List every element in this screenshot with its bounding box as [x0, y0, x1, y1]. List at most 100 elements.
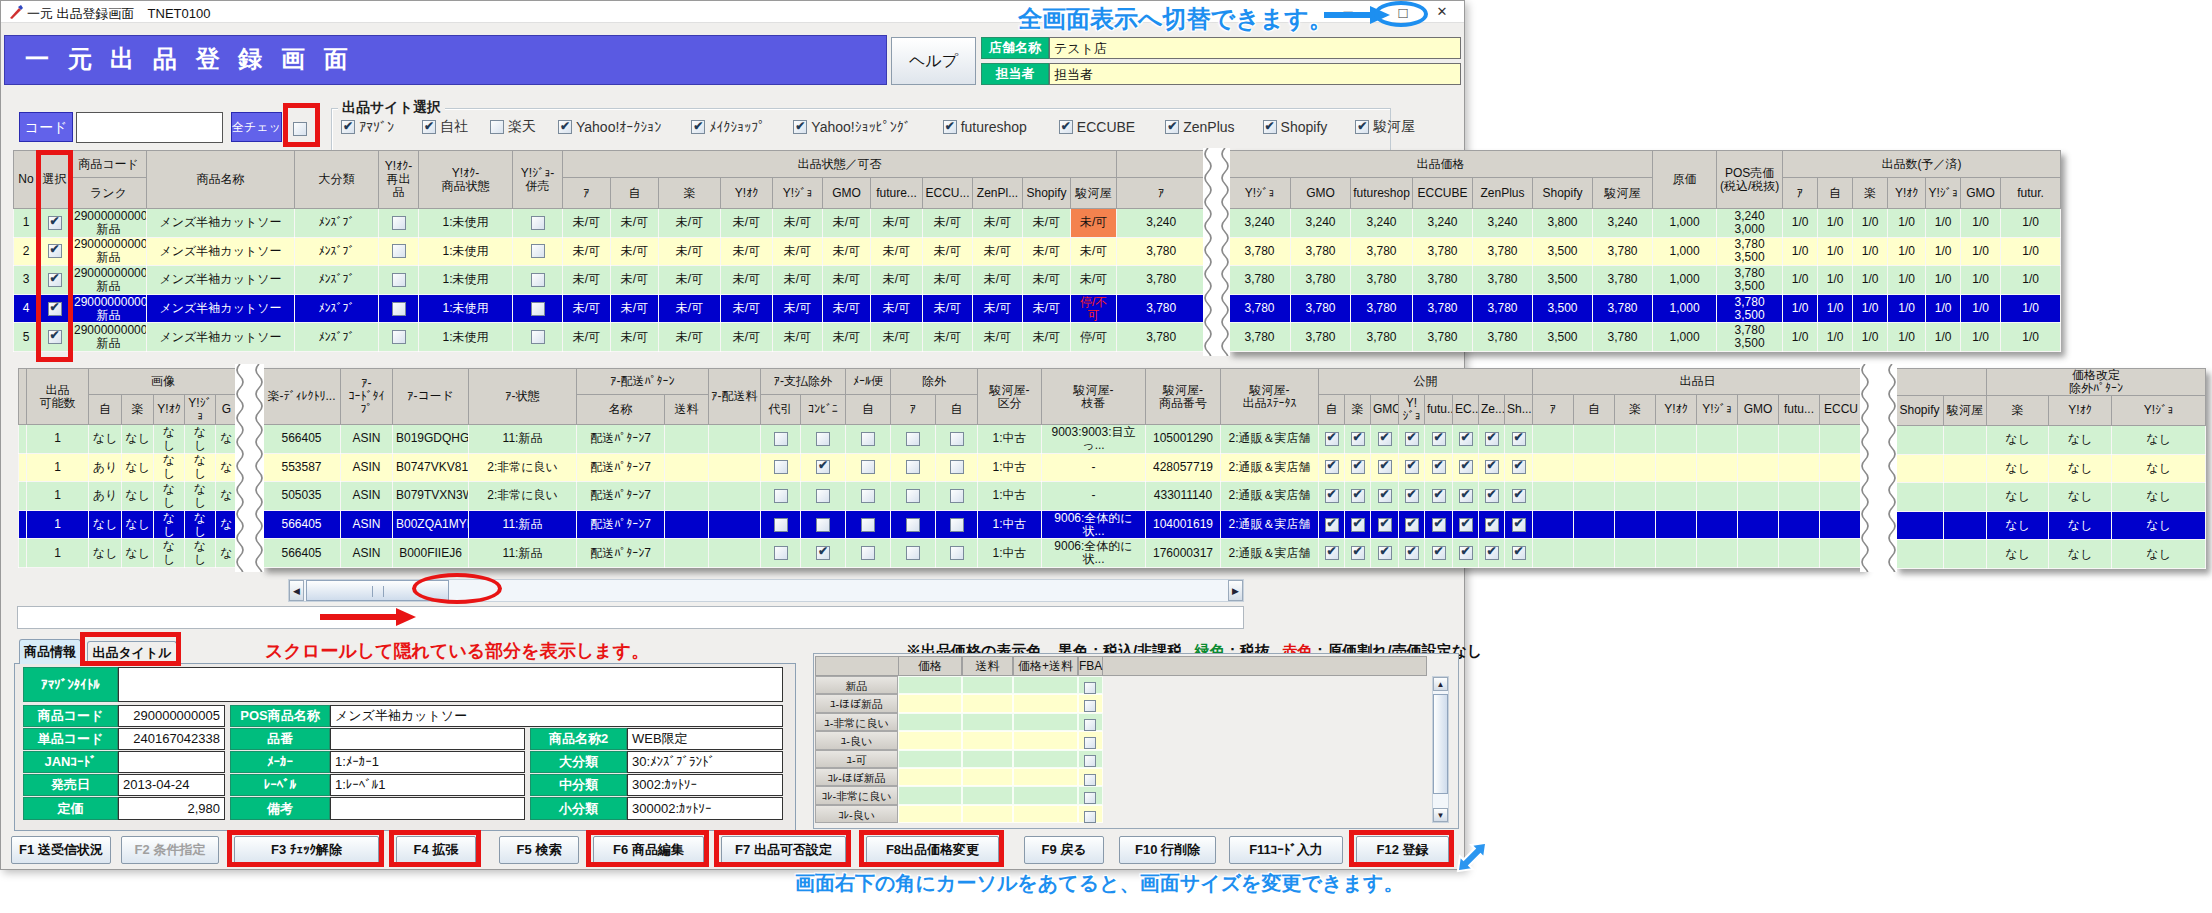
cell[interactable]: 未/可 — [659, 266, 721, 295]
jan_code-value[interactable] — [118, 751, 225, 773]
cell[interactable]: ASIN — [341, 510, 393, 539]
cell[interactable] — [1371, 510, 1399, 539]
cell[interactable]: 3,780 — [1473, 323, 1533, 352]
cell[interactable]: なし — [2049, 454, 2112, 483]
price-cell[interactable] — [898, 750, 962, 768]
cell[interactable]: 290000000005 新品 — [71, 294, 147, 323]
cell[interactable]: 3,780 — [1473, 266, 1533, 295]
cell[interactable] — [846, 510, 891, 539]
cell[interactable] — [1656, 482, 1697, 511]
row-checkbox[interactable] — [1485, 460, 1499, 474]
site-checkbox[interactable] — [490, 120, 504, 134]
cell[interactable]: 未/可 — [721, 266, 773, 295]
cell[interactable]: 1/0 — [1888, 209, 1926, 238]
cell[interactable] — [1479, 453, 1505, 482]
cell[interactable] — [1505, 425, 1533, 454]
cell[interactable]: 未/可 — [823, 294, 871, 323]
cell[interactable] — [891, 453, 936, 482]
cell[interactable]: 2 — [14, 237, 39, 266]
cell[interactable] — [1697, 510, 1738, 539]
price-cell[interactable] — [1078, 731, 1103, 749]
cell[interactable]: 3,780 — [1473, 237, 1533, 266]
row-checkbox[interactable] — [861, 546, 875, 560]
cell[interactable] — [1944, 483, 1987, 512]
cell[interactable]: 1:未使用 — [419, 266, 513, 295]
cell[interactable] — [1319, 539, 1345, 568]
table-row[interactable]: 505035ASINB079TVXN3W2:非常に良い配送ﾊﾟﾀｰﾝ71:中古-… — [263, 482, 1863, 511]
cell[interactable] — [891, 510, 936, 539]
cell[interactable]: 3,780 — [1351, 294, 1413, 323]
cell[interactable] — [1574, 510, 1615, 539]
cell[interactable] — [1399, 510, 1425, 539]
table-row[interactable]: 1なしなしなしなしな — [19, 539, 238, 568]
cell[interactable]: 3,780 3,500 — [1717, 323, 1783, 352]
cell[interactable] — [709, 453, 761, 482]
cell[interactable]: 未/可 — [1023, 266, 1071, 295]
site-checkbox[interactable] — [943, 120, 957, 134]
price-cell[interactable] — [962, 676, 1013, 694]
cell[interactable] — [761, 425, 801, 454]
cell[interactable]: 3,780 — [1229, 237, 1291, 266]
cell[interactable]: 配送ﾊﾟﾀｰﾝ7 — [577, 482, 665, 511]
cell[interactable] — [1656, 453, 1697, 482]
cell[interactable] — [513, 323, 563, 352]
cell[interactable]: 1/0 — [1783, 294, 1818, 323]
table-row[interactable]: 1なしなしなしなしな — [19, 425, 238, 454]
row-checkbox[interactable] — [1432, 546, 1446, 560]
cell[interactable]: なし — [154, 510, 185, 539]
cell[interactable] — [801, 453, 846, 482]
cell[interactable] — [1479, 482, 1505, 511]
site-checkbox[interactable] — [793, 120, 807, 134]
price-cell[interactable] — [898, 713, 962, 731]
cell[interactable] — [1505, 539, 1533, 568]
row-checkbox[interactable] — [1485, 432, 1499, 446]
cell[interactable] — [19, 482, 27, 511]
cell[interactable] — [846, 539, 891, 568]
cell[interactable] — [1896, 511, 1944, 540]
cell[interactable]: 3,780 — [1291, 294, 1351, 323]
cell[interactable]: 1/0 — [1926, 323, 1961, 352]
cell[interactable]: 3,500 — [1533, 294, 1593, 323]
cell[interactable]: 3,240 — [1229, 209, 1291, 238]
cell[interactable]: メンズ半袖カットソー — [147, 209, 295, 238]
cell[interactable]: 未/可 — [923, 209, 973, 238]
cell[interactable]: 未/可 — [1023, 294, 1071, 323]
cell[interactable]: 未/可 — [773, 323, 823, 352]
cell[interactable] — [1371, 453, 1399, 482]
price-cell[interactable] — [962, 805, 1013, 823]
pos_name-value[interactable]: メンズ半袖カットソー — [330, 705, 783, 727]
row-checkbox[interactable] — [816, 432, 830, 446]
site-checkbox[interactable] — [341, 120, 355, 134]
cell[interactable] — [1896, 483, 1944, 512]
cell[interactable] — [846, 453, 891, 482]
cell[interactable]: 未/可 — [563, 237, 611, 266]
cell[interactable]: 3,240 — [1117, 209, 1206, 238]
cell[interactable]: 未/可 — [563, 294, 611, 323]
tab-product-info[interactable]: 商品情報 — [19, 639, 81, 664]
cell[interactable]: 1/0 — [1961, 209, 2001, 238]
cell[interactable]: 3,780 — [1593, 323, 1653, 352]
cell[interactable]: なし — [1987, 540, 2049, 569]
close-button[interactable]: ✕ — [1433, 4, 1451, 19]
product_code-value[interactable]: 290000000005 — [118, 705, 225, 727]
cell[interactable]: 2:非常に良い — [469, 482, 577, 511]
row-checkbox[interactable] — [950, 432, 964, 446]
row-checkbox[interactable] — [816, 460, 830, 474]
cell[interactable]: 3,780 — [1351, 323, 1413, 352]
row-checkbox[interactable] — [1459, 432, 1473, 446]
cell[interactable]: なし — [185, 482, 216, 511]
cell[interactable] — [936, 510, 978, 539]
row-checkbox[interactable] — [1512, 489, 1526, 503]
cell[interactable] — [1533, 510, 1574, 539]
cell[interactable]: 未/可 — [659, 209, 721, 238]
table-row[interactable]: 3,7803,7803,7803,7803,7803,5003,7801,000… — [1229, 294, 2061, 323]
cell[interactable] — [1944, 426, 1987, 455]
cell[interactable]: 3,780 3,500 — [1717, 294, 1783, 323]
row-checkbox[interactable] — [1325, 489, 1339, 503]
cell[interactable]: 3,240 — [1593, 209, 1653, 238]
cell[interactable]: なし — [122, 510, 154, 539]
cell[interactable]: 104001619 — [1146, 510, 1221, 539]
cell[interactable] — [1479, 425, 1505, 454]
price-cell[interactable] — [1078, 805, 1103, 823]
cell[interactable] — [709, 482, 761, 511]
